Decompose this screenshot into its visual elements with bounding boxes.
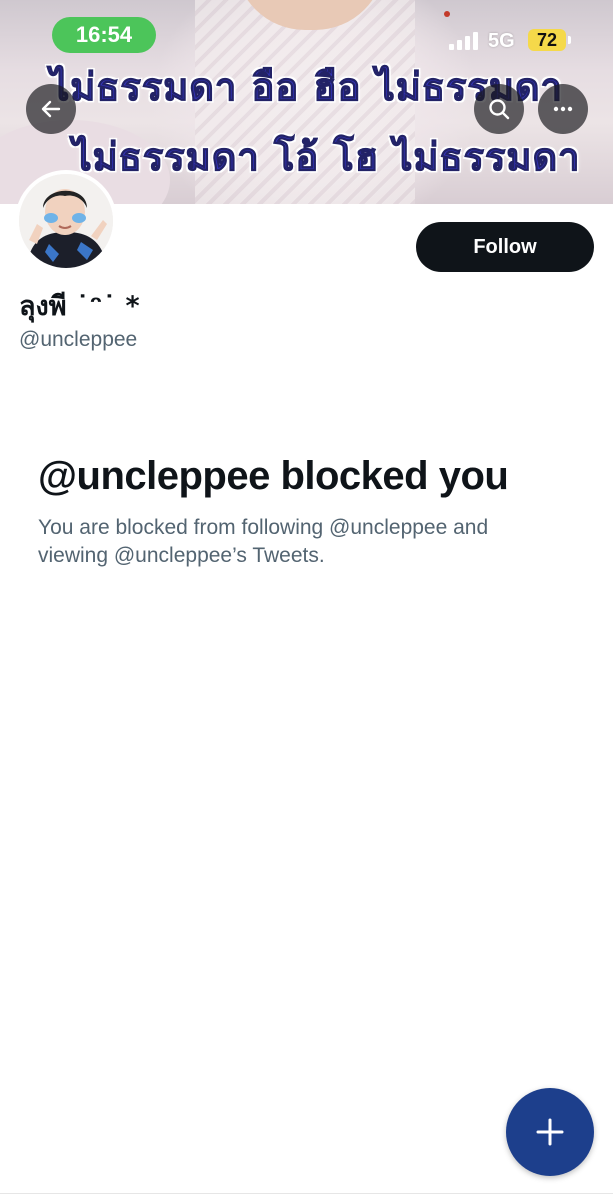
bottom-divider <box>0 1193 613 1194</box>
profile-handle: @uncleppee <box>19 328 138 351</box>
arrow-left-icon <box>41 100 61 118</box>
signal-strength-icon <box>449 32 479 50</box>
blocked-message: You are blocked from following @uncleppe… <box>38 516 489 567</box>
more-horizontal-icon <box>553 106 573 112</box>
back-button[interactable] <box>26 84 76 134</box>
battery-level: 72 <box>536 30 558 50</box>
battery-tip <box>568 36 571 44</box>
search-button[interactable] <box>474 84 524 134</box>
compose-tweet-button[interactable] <box>506 1088 594 1176</box>
status-bar: 16:54 5G 72 <box>0 0 613 56</box>
avatar-image <box>19 174 113 268</box>
avatar[interactable] <box>15 170 117 272</box>
display-name: ลุงพี ˙ᵔ˙ * <box>19 291 140 322</box>
blocked-title: @uncleppee blocked you <box>38 454 509 498</box>
network-type: 5G <box>488 30 515 52</box>
status-time[interactable]: 16:54 <box>52 17 156 53</box>
plus-icon <box>536 1118 564 1146</box>
follow-button[interactable]: Follow <box>416 222 594 272</box>
search-icon <box>489 99 510 120</box>
battery-icon: 72 <box>528 29 566 51</box>
more-options-button[interactable] <box>538 84 588 134</box>
